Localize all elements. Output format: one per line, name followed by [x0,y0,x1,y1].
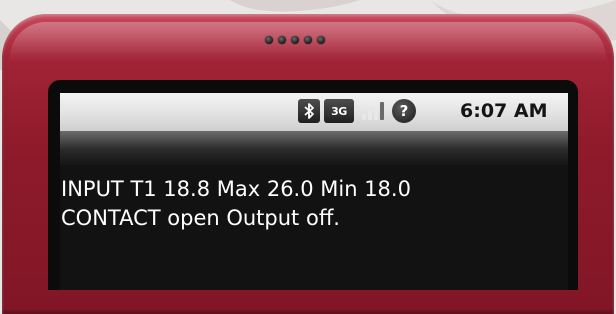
message-line-1: INPUT T1 18.8 Max 26.0 Min 18.0 [61,177,411,201]
network-3g-icon: 3G [324,99,354,123]
network-type-label: 3G [331,104,347,118]
speaker-hole [278,36,286,44]
message-line-2: CONTACT open Output off. [61,206,340,230]
speaker-hole [291,36,299,44]
help-icon: ? [392,99,416,123]
speaker-grille [265,36,325,44]
status-time: 6:07 AM [460,100,548,122]
bluetooth-icon [298,99,320,123]
signal-strength-icon [358,99,388,123]
signal-bar [368,110,372,120]
speaker-hole [265,36,273,44]
status-icons: 3G ? [298,97,416,125]
help-glyph: ? [399,102,409,120]
signal-bar [362,114,366,120]
speaker-hole [304,36,312,44]
speaker-hole [317,36,325,44]
notification-shade-gradient [60,131,568,165]
signal-bar [380,102,384,120]
message-text: INPUT T1 18.8 Max 26.0 Min 18.0 CONTACT … [61,175,566,233]
signal-bar [374,106,378,120]
